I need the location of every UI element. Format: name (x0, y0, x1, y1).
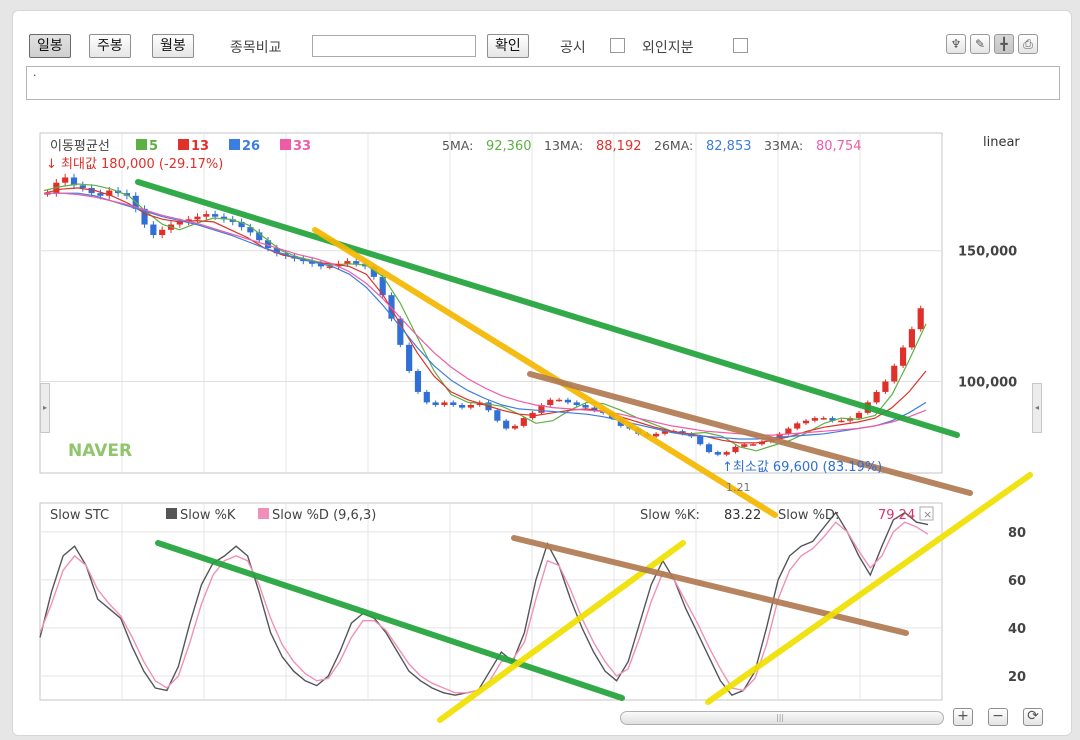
chart-scrollbar[interactable]: ||| (620, 711, 944, 725)
ma-readout-value: 92,360 (486, 139, 532, 154)
ma-readout-value: 88,192 (596, 139, 642, 154)
candle-body (723, 452, 730, 455)
naver-watermark: NAVER (68, 441, 132, 461)
ma-readout-label: 13MA: (544, 138, 583, 153)
slow-k-legend-swatch (166, 508, 177, 519)
candle-body (811, 418, 818, 421)
candle-body (820, 418, 827, 420)
ma-legend-label: 33 (293, 139, 311, 154)
candle-body (212, 214, 219, 217)
date-tick-label: 1.21 (726, 481, 751, 494)
ma-legend-label: 26 (242, 139, 260, 154)
slow-k-readout-label: Slow %K: (640, 508, 700, 523)
candle-body (882, 381, 889, 392)
slow-d-readout-value: 79.24 (878, 508, 915, 523)
slow-k-readout-value: 83.22 (724, 508, 761, 523)
candle-body (564, 399, 571, 403)
candle-body (908, 329, 915, 348)
candle-body (458, 405, 466, 408)
ma-readout-value: 80,754 (816, 139, 862, 154)
scrollbar-grip-icon: ||| (776, 713, 785, 722)
candle-body (547, 399, 554, 405)
reset-icon[interactable]: ⟳ (1023, 708, 1043, 726)
candle-body (62, 177, 69, 183)
stoch-tick-label: 80 (1008, 526, 1026, 541)
ma-readout-label: 26MA: (654, 138, 693, 153)
ma-legend-swatch (178, 139, 189, 150)
chart-svg[interactable]: 100,000 150,000 20 40 60 80 이동평균선 5 13 26 33 5MA: 92… (0, 0, 1080, 740)
candle-body (397, 318, 404, 345)
scale-label: linear (983, 135, 1020, 150)
ma-readout-value: 82,853 (706, 139, 752, 154)
ma-legend-label: 13 (191, 139, 209, 154)
candle-body (159, 229, 166, 235)
right-panel-handle[interactable]: ◂ (1032, 383, 1042, 433)
left-panel-handle[interactable]: ▸ (40, 383, 50, 433)
ma-legend-swatch (280, 139, 291, 150)
candle-body (414, 371, 422, 392)
candle-body (467, 405, 474, 408)
candle-body (494, 410, 501, 421)
candle-body (556, 399, 563, 402)
candle-body (891, 365, 898, 382)
slow-d-legend-label: Slow %D (9,6,3) (272, 508, 376, 523)
candle-body (794, 423, 801, 429)
candle-body (194, 216, 201, 220)
candle-body (503, 420, 510, 429)
ma-title-label: 이동평균선 (50, 139, 110, 154)
candle-body (582, 405, 589, 408)
zoom-in-button[interactable]: + (953, 708, 973, 726)
candle-body (714, 452, 721, 455)
candle-body (899, 347, 907, 366)
ma-legend-label: 5 (149, 139, 158, 154)
candle-body (917, 308, 924, 330)
candle-body (873, 391, 880, 403)
candle-body (653, 433, 660, 437)
ma-readout-label: 33MA: (764, 138, 803, 153)
stoch-close-icon: × (923, 508, 932, 521)
candle-body (353, 261, 360, 264)
slow-d-readout-label: Slow %D: (778, 508, 839, 523)
min-value-label: ↑최소값 69,600 (83.19%) (722, 460, 882, 475)
ma-legend-swatch (136, 139, 147, 150)
candle-body (150, 224, 157, 235)
price-tick-label: 100,000 (958, 375, 1017, 390)
candle-body (741, 444, 748, 447)
candle-body (450, 402, 457, 405)
candle-body (732, 446, 739, 453)
max-value-label: ↓ 최대값 180,000 (-29.17%) (46, 157, 223, 172)
stoch-tick-label: 40 (1008, 622, 1026, 637)
candle-body (511, 425, 519, 429)
stoch-tick-label: 60 (1008, 574, 1026, 589)
stoch-title: Slow STC (50, 508, 109, 523)
candle-body (441, 402, 448, 405)
candle-body (423, 391, 430, 403)
candle-body (855, 412, 863, 419)
candle-body (802, 420, 810, 424)
price-tick-label: 150,000 (958, 245, 1017, 260)
slow-d-legend-swatch (258, 508, 269, 519)
slow-k-legend-label: Slow %K (180, 508, 236, 523)
ma-readout-label: 5MA: (442, 138, 473, 153)
stoch-tick-label: 20 (1008, 670, 1026, 685)
candle-body (79, 185, 86, 188)
zoom-out-button[interactable]: − (988, 708, 1008, 726)
candle-body (838, 420, 845, 423)
candle-body (203, 214, 210, 217)
candle-body (432, 402, 439, 405)
candle-body (520, 418, 527, 426)
candle-body (785, 428, 792, 434)
candle-body (573, 402, 580, 405)
ma-legend-swatch (229, 139, 240, 150)
candle-body (705, 444, 713, 453)
candle-body (406, 344, 413, 371)
candle-body (697, 436, 704, 445)
candle-body (750, 444, 757, 446)
